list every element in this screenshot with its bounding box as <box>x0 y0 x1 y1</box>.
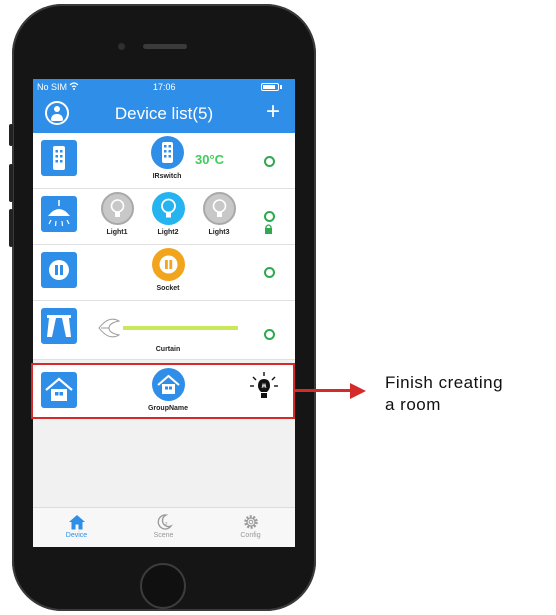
app-screen: No SIM 17:06 Device list(5) + IRswitch 3… <box>33 79 295 547</box>
status-bar: No SIM 17:06 <box>33 79 295 95</box>
highlight-box <box>31 363 295 419</box>
lock-icon <box>265 224 272 234</box>
home-button[interactable] <box>140 563 186 609</box>
tab-scene[interactable]: z Scene <box>120 508 207 539</box>
device-socket[interactable]: Socket <box>143 248 193 292</box>
tab-label: Device <box>65 532 88 539</box>
temperature-readout: 30°C <box>195 152 225 167</box>
carrier-label: No SIM <box>37 82 68 92</box>
add-device-button[interactable]: + <box>266 97 280 127</box>
curtain-icon <box>41 308 77 344</box>
device-label: Curtain <box>155 346 181 353</box>
bulb-icon <box>202 192 236 225</box>
curtain-fan-icon <box>98 318 121 338</box>
online-dot-icon <box>264 329 275 340</box>
device-label: IRswitch <box>152 173 182 180</box>
device-light1[interactable]: Light1 <box>92 192 142 236</box>
battery-tip <box>280 85 282 89</box>
mute-switch <box>9 124 13 146</box>
tab-bar: Device z Scene Config <box>33 507 295 547</box>
status-time: 17:06 <box>153 82 176 92</box>
device-label: Light1 <box>106 229 128 236</box>
device-label: Socket <box>156 285 180 292</box>
device-row-socket[interactable]: Socket <box>33 245 295 301</box>
online-dot-icon <box>264 156 275 167</box>
moon-icon: z <box>157 514 173 530</box>
tab-label: Config <box>240 532 261 539</box>
device-row-curtain[interactable]: Curtain <box>33 301 295 360</box>
device-row-irswitch[interactable]: IRswitch 30°C <box>33 133 295 189</box>
device-light2[interactable]: Light2 <box>143 192 193 236</box>
pause-icon <box>151 248 185 281</box>
tab-config[interactable]: Config <box>207 508 294 539</box>
nav-bar: Device list(5) + <box>33 95 295 133</box>
device-light3[interactable]: Light3 <box>194 192 244 236</box>
gear-icon <box>244 515 258 529</box>
volume-up-button <box>9 164 13 202</box>
pause-icon <box>41 252 77 288</box>
battery-icon <box>261 83 279 91</box>
device-label: Light3 <box>208 229 230 236</box>
front-camera <box>118 43 125 50</box>
bulb-icon <box>151 192 185 225</box>
home-icon <box>69 515 85 530</box>
earpiece-speaker <box>143 44 187 49</box>
tab-device[interactable]: Device <box>33 508 120 539</box>
online-dot-icon <box>264 211 275 222</box>
device-label: Light2 <box>157 229 179 236</box>
annotation-line-2: a room <box>385 395 441 414</box>
volume-down-button <box>9 209 13 247</box>
arrow-line <box>295 389 350 392</box>
online-dot-icon <box>264 267 275 278</box>
wifi-icon <box>69 82 79 90</box>
arrow-head <box>350 383 366 399</box>
device-irswitch[interactable]: IRswitch <box>142 136 192 180</box>
annotation-line-1: Finish creating <box>385 373 504 392</box>
remote-icon <box>150 136 184 169</box>
curtain-slider-track[interactable] <box>123 326 238 330</box>
ceiling-lamp-icon <box>41 196 77 232</box>
bulb-icon <box>100 192 134 225</box>
tab-label: Scene <box>153 532 174 539</box>
page-title: Device list(5) <box>114 104 214 123</box>
remote-icon <box>41 140 77 176</box>
curtain-slider-fill <box>123 326 238 330</box>
annotation-text: Finish creating a room <box>385 372 503 416</box>
device-row-lights[interactable]: Light1 Light2 Light3 <box>33 189 295 245</box>
